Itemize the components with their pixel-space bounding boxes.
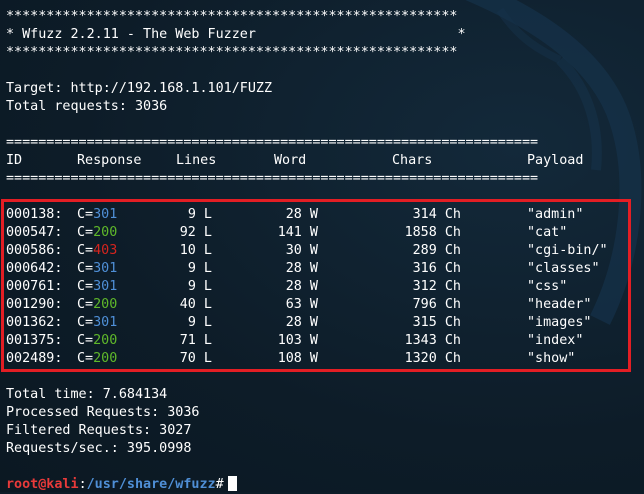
summary-processed: Processed Requests: 3036 [6,405,200,420]
header-separator-top: ========================================… [6,135,539,150]
prompt-path: /usr/share/wfuzz [86,477,216,492]
summary-filtered: Filtered Requests: 3027 [6,423,192,438]
header-word: Word [274,153,307,168]
prompt-colon: : [78,477,87,492]
header-response: Response [77,153,142,168]
header-payload: Payload [527,153,584,168]
summary-rate: Requests/sec.: 395.0998 [6,441,192,456]
shell-prompt[interactable]: root@kali:/usr/share/wfuzz# [6,476,237,494]
header-id: ID [6,153,23,168]
banner-title: * Wfuzz 2.2.11 - The Web Fuzzer * [6,27,466,42]
summary-total-time: Total time: 7.684134 [6,387,168,402]
terminal-window[interactable]: ****************************************… [0,0,644,492]
results-header-row: ID Response Lines Word Chars Payload [6,152,626,170]
target-line: Target: http://192.168.1.101/FUZZ [6,81,273,96]
prompt-user-host: root@kali [6,477,79,492]
total-requests-line: Total requests: 3036 [6,99,168,114]
text-cursor[interactable] [227,476,237,491]
header-lines: Lines [176,153,217,168]
results-highlight-box [1,199,631,372]
prompt-symbol: # [215,477,224,492]
banner-border-top: ****************************************… [6,9,458,24]
header-separator-bottom: ========================================… [6,171,539,186]
header-chars: Chars [392,153,433,168]
banner-border-bottom: ****************************************… [6,45,458,60]
